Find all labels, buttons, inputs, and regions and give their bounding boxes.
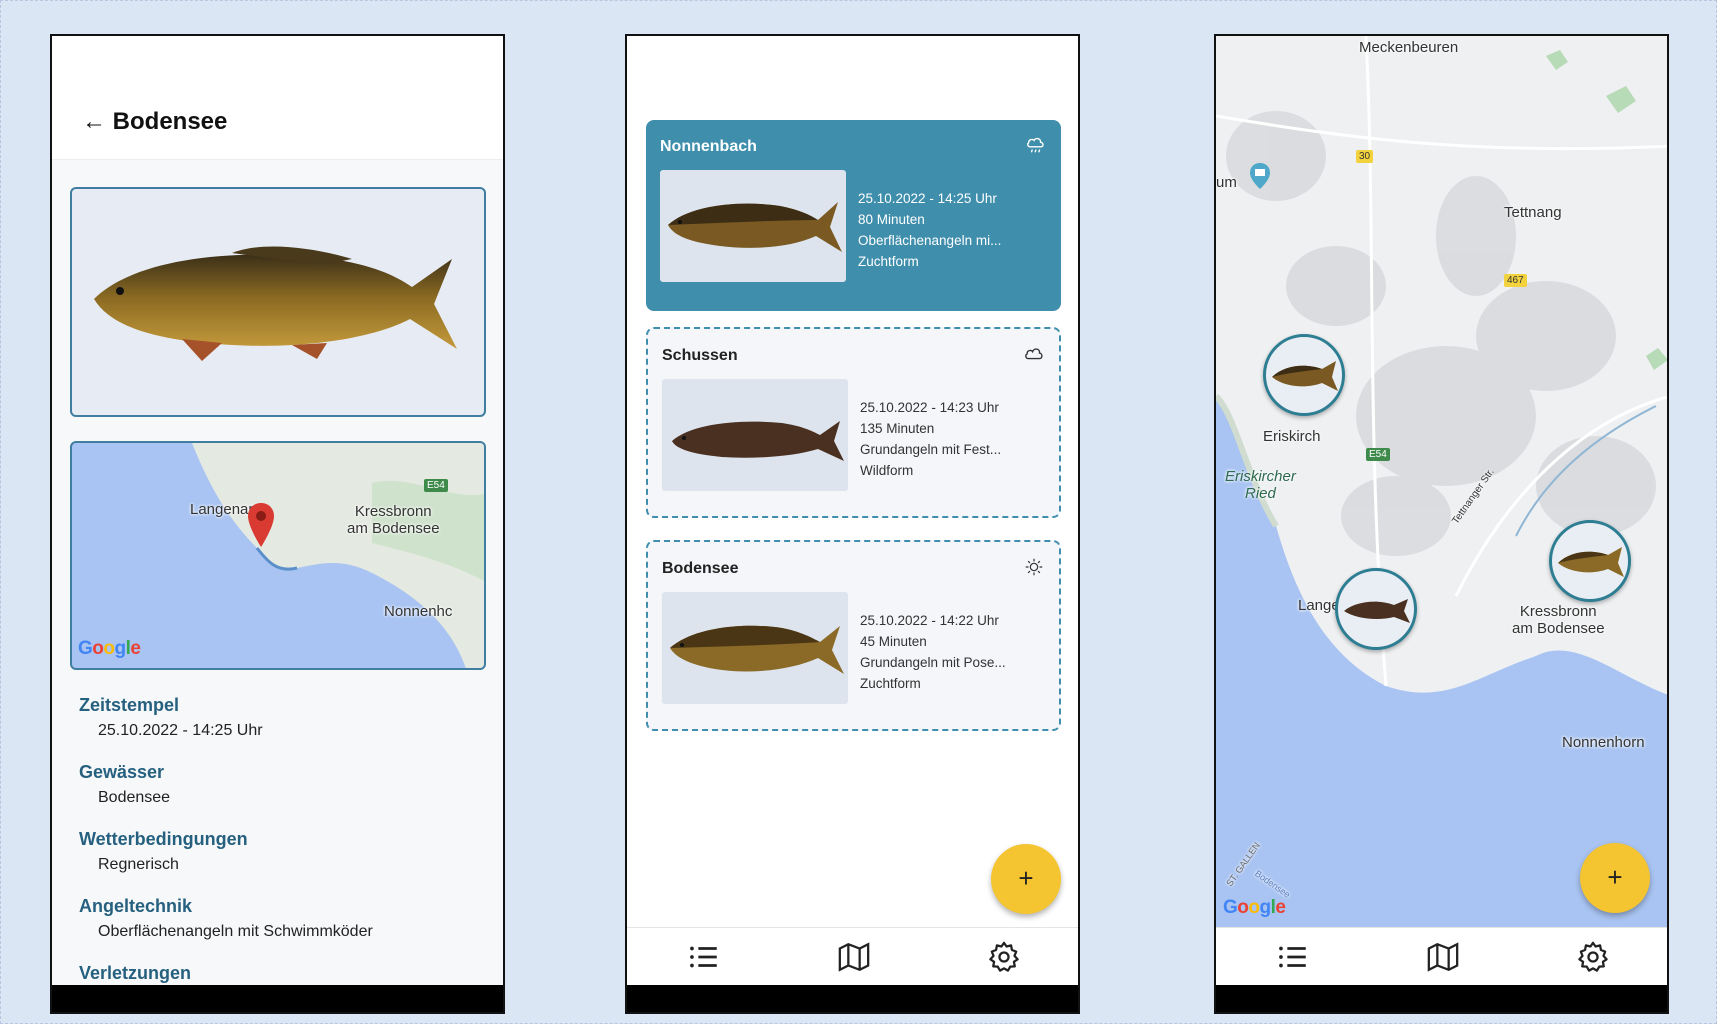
- map-label-um: um: [1216, 174, 1237, 191]
- list-icon[interactable]: [1276, 940, 1310, 974]
- card-form: Zuchtform: [860, 676, 921, 691]
- catch-card[interactable]: Schussen 25.10.2022 - 14:23 Uhr 135 Minu…: [646, 327, 1061, 518]
- gear-icon[interactable]: [987, 940, 1021, 974]
- back-button[interactable]: ← Bodensee: [82, 108, 227, 136]
- card-duration: 80 Minuten: [858, 212, 925, 227]
- map-icon[interactable]: [837, 940, 871, 974]
- card-form: Wildform: [860, 463, 914, 478]
- catch-card[interactable]: Bodensee 25.10.2022 - 14:22 Uhr 45 Minut…: [646, 540, 1061, 731]
- field-label: Zeitstempel: [79, 695, 180, 715]
- card-title: Schussen: [662, 347, 738, 364]
- location-pin-icon: [248, 503, 274, 547]
- map-label-ried: Eriskircher Ried: [1225, 468, 1296, 502]
- map-land: [192, 443, 484, 668]
- card-title: Bodensee: [662, 560, 739, 577]
- card-timestamp: 25.10.2022 - 14:23 Uhr: [860, 400, 999, 415]
- system-nav-bar: [627, 985, 1078, 1012]
- map-label-nonnenhorn: Nonnenhorn: [1562, 734, 1645, 751]
- card-technique: Grundangeln mit Fest...: [860, 442, 1002, 457]
- field-label: Wetterbedingungen: [79, 829, 248, 849]
- field-value: Regnerisch: [98, 856, 179, 873]
- card-title: Nonnenbach: [660, 138, 757, 155]
- map-label-eriskirch: Eriskirch: [1263, 428, 1321, 445]
- card-duration: 135 Minuten: [860, 421, 935, 436]
- field-value: Oberflächenangeln mit Schwimmköder: [98, 923, 373, 940]
- field-label: Angeltechnik: [79, 896, 193, 916]
- road-badge-467: 467: [1504, 274, 1527, 287]
- road-badge-30: 30: [1356, 150, 1374, 163]
- map-icon[interactable]: [1426, 940, 1460, 974]
- rain-cloud-icon: [1027, 137, 1044, 153]
- catch-photo: [70, 187, 486, 417]
- arrow-left-icon: ←: [82, 108, 106, 135]
- map-label-tettnang: Tettnang: [1504, 204, 1562, 221]
- catch-marker[interactable]: [1549, 520, 1631, 602]
- field-value: Bodensee: [98, 789, 171, 806]
- system-nav-bar: [1216, 985, 1667, 1012]
- detail-screen: ← Bodensee Langenar Kressbronn am Bodens…: [50, 34, 505, 1014]
- location-map[interactable]: Langenar Kressbronn am Bodensee Nonnenhc…: [70, 441, 486, 670]
- field-zeitstempel: Zeitstempel 25.10.2022 - 14:25 Uhr: [79, 695, 493, 740]
- field-value: 25.10.2022 - 14:25 Uhr: [98, 722, 263, 739]
- bottom-tab-bar: [627, 927, 1078, 985]
- catch-marker[interactable]: [1335, 568, 1417, 650]
- road-badge-e54: E54: [424, 479, 448, 492]
- map-label-langenargen: Langenar: [190, 501, 254, 518]
- add-catch-button[interactable]: +: [1580, 843, 1650, 913]
- museum-pin-icon: [1250, 163, 1270, 189]
- map-label-nonnenhorn: Nonnenhc: [384, 603, 453, 620]
- field-label: Verletzungen: [79, 963, 192, 983]
- system-nav-bar: [52, 985, 503, 1012]
- road-badge-e54: E54: [1366, 448, 1390, 461]
- google-logo: Google: [78, 638, 141, 659]
- card-info: 25.10.2022 - 14:23 Uhr 135 Minuten Grund…: [860, 397, 1001, 481]
- cloud-icon: [1025, 348, 1043, 360]
- field-wetter: Wetterbedingungen Regnerisch: [79, 829, 493, 874]
- list-icon[interactable]: [687, 940, 721, 974]
- catch-marker[interactable]: [1263, 334, 1345, 416]
- field-label: Gewässer: [79, 762, 165, 782]
- sun-icon: [1025, 558, 1043, 576]
- field-gewaesser: Gewässer Bodensee: [79, 762, 493, 807]
- detail-body: Langenar Kressbronn am Bodensee Nonnenhc…: [52, 160, 503, 985]
- map-label-meckenbeuren: Meckenbeuren: [1359, 39, 1459, 56]
- card-technique: Oberflächenangeln mi...: [858, 233, 1002, 248]
- catch-card[interactable]: Nonnenbach 25.10.2022 - 14:25 Uhr 80 Min…: [646, 120, 1061, 311]
- carp-image: [94, 246, 457, 361]
- list-screen: Nonnenbach 25.10.2022 - 14:25 Uhr 80 Min…: [625, 34, 1080, 1014]
- card-technique: Grundangeln mit Pose...: [860, 655, 1006, 670]
- map-screen: Meckenbeuren Tettnang Eriskirch Eriskirc…: [1214, 34, 1669, 1014]
- card-form: Zuchtform: [858, 254, 919, 269]
- card-info: 25.10.2022 - 14:25 Uhr 80 Minuten Oberfl…: [858, 188, 1001, 272]
- card-timestamp: 25.10.2022 - 14:22 Uhr: [860, 613, 999, 628]
- map-label-kressbronn: Kressbronn am Bodensee: [347, 503, 440, 537]
- card-photo: [662, 379, 848, 491]
- page-title: Bodensee: [112, 108, 228, 135]
- card-photo: [660, 170, 846, 282]
- card-photo: [662, 592, 848, 704]
- gear-icon[interactable]: [1576, 940, 1610, 974]
- card-timestamp: 25.10.2022 - 14:25 Uhr: [858, 191, 997, 206]
- map-label-kressbronn: Kressbronn am Bodensee: [1512, 603, 1605, 637]
- card-duration: 45 Minuten: [860, 634, 927, 649]
- catch-map[interactable]: Meckenbeuren Tettnang Eriskirch Eriskirc…: [1216, 36, 1667, 927]
- catch-details: Zeitstempel 25.10.2022 - 14:25 Uhr Gewäs…: [79, 695, 493, 990]
- card-info: 25.10.2022 - 14:22 Uhr 45 Minuten Grunda…: [860, 610, 1006, 694]
- bottom-tab-bar: [1216, 927, 1667, 985]
- field-angeltechnik: Angeltechnik Oberflächenangeln mit Schwi…: [79, 896, 493, 941]
- add-catch-button[interactable]: +: [991, 844, 1061, 914]
- app-bar: ← Bodensee: [52, 36, 503, 159]
- field-verletzungen: Verletzungen: [79, 963, 493, 984]
- google-logo: Google: [1223, 897, 1286, 918]
